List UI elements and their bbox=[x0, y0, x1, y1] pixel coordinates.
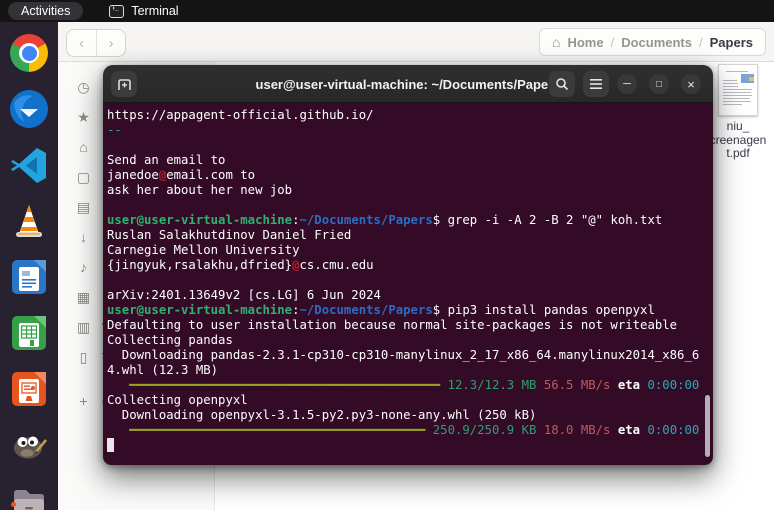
dock-item-thunderbird[interactable] bbox=[9, 89, 49, 129]
terminal-line: ━━━━━━━━━━━━━━━━━━━━━━━━━━━━━━━━━━━━━━━━… bbox=[107, 423, 713, 438]
terminal-line: Collecting pandas bbox=[107, 333, 713, 348]
pdf-thumbnail bbox=[718, 64, 758, 116]
libreoffice-calc-icon bbox=[9, 313, 49, 353]
vlc-icon bbox=[9, 201, 49, 241]
back-button[interactable]: ‹ bbox=[67, 30, 96, 56]
image-icon: ▦ bbox=[75, 289, 92, 306]
terminal-line: ━━━━━━━━━━━━━━━━━━━━━━━━━━━━━━━━━━━━━━━━… bbox=[107, 378, 713, 393]
terminal-scrollbar-thumb[interactable] bbox=[705, 395, 710, 457]
focused-app-name: Terminal bbox=[131, 4, 178, 18]
dock-item-chrome[interactable] bbox=[9, 33, 49, 73]
hamburger-menu-icon bbox=[590, 79, 602, 89]
close-button[interactable]: × bbox=[681, 74, 701, 94]
breadcrumb-documents[interactable]: Documents bbox=[621, 35, 692, 50]
thunderbird-icon bbox=[9, 89, 49, 129]
running-indicator-dot bbox=[11, 502, 16, 507]
menu-button[interactable] bbox=[583, 71, 609, 97]
nav-button-group: ‹ › bbox=[66, 29, 126, 57]
focused-app-menu[interactable]: Terminal bbox=[109, 4, 178, 18]
home-icon: ⌂ bbox=[75, 139, 92, 155]
terminal-line: janedoe@email.com to bbox=[107, 168, 713, 183]
terminal-line bbox=[107, 138, 713, 153]
terminal-line: 4.whl (12.3 MB) bbox=[107, 363, 713, 378]
terminal-line: Ruslan Salakhutdinov Daniel Fried bbox=[107, 228, 713, 243]
libreoffice-impress-icon bbox=[9, 369, 49, 409]
breadcrumb-separator: / bbox=[611, 35, 615, 50]
desktop-icon: ▢ bbox=[75, 169, 92, 186]
terminal-line: Downloading openpyxl-3.1.5-py2.py3-none-… bbox=[107, 408, 713, 423]
dock bbox=[0, 22, 58, 510]
dock-item-libreoffice-calc[interactable] bbox=[9, 313, 49, 353]
terminal-line: Defaulting to user installation because … bbox=[107, 318, 713, 333]
new-tab-button[interactable] bbox=[111, 71, 137, 97]
music-icon: ♪ bbox=[75, 259, 92, 275]
terminal-line bbox=[107, 273, 713, 288]
terminal-app-icon bbox=[109, 5, 124, 18]
breadcrumb: ⌂ Home / Documents / Papers bbox=[539, 28, 766, 56]
top-bar: Activities Terminal bbox=[0, 0, 774, 22]
dock-item-vscode[interactable] bbox=[9, 145, 49, 185]
terminal-line: https://appagent-official.github.io/ bbox=[107, 108, 713, 123]
activities-button[interactable]: Activities bbox=[8, 2, 83, 20]
forward-button[interactable]: › bbox=[96, 30, 125, 56]
film-icon: ▥ bbox=[75, 319, 92, 336]
terminal-line: user@user-virtual-machine:~/Documents/Pa… bbox=[107, 213, 713, 228]
tab-plus-icon bbox=[117, 78, 132, 91]
search-icon bbox=[555, 77, 569, 91]
terminal-titlebar[interactable]: user@user-virtual-machine: ~/Documents/P… bbox=[103, 65, 713, 103]
dock-item-libreoffice-writer[interactable] bbox=[9, 257, 49, 297]
breadcrumb-papers[interactable]: Papers bbox=[710, 35, 753, 50]
terminal-line: user@user-virtual-machine:~/Documents/Pa… bbox=[107, 303, 713, 318]
terminal-line: {jingyuk,rsalakhu,dfried}@cs.cmu.edu bbox=[107, 258, 713, 273]
maximize-button[interactable]: □ bbox=[649, 74, 669, 94]
terminal-line: Collecting openpyxl bbox=[107, 393, 713, 408]
desktop: Activities Terminal bbox=[0, 0, 774, 510]
dock-item-gimp[interactable] bbox=[9, 425, 49, 465]
terminal-line: arXiv:2401.13649v2 [cs.LG] 6 Jun 2024 bbox=[107, 288, 713, 303]
minimize-button[interactable]: ─ bbox=[617, 74, 637, 94]
vscode-icon bbox=[9, 145, 49, 185]
terminal-line: ask her about her new job bbox=[107, 183, 713, 198]
gimp-icon bbox=[9, 425, 49, 465]
download-icon: ↓ bbox=[75, 229, 92, 245]
file-name-label: niu_ creenagen t.pdf bbox=[706, 120, 770, 161]
home-icon: ⌂ bbox=[552, 34, 560, 50]
terminal-line bbox=[107, 438, 713, 453]
breadcrumb-home[interactable]: Home bbox=[567, 35, 603, 50]
terminal-window: user@user-virtual-machine: ~/Documents/P… bbox=[103, 65, 713, 465]
dock-item-libreoffice-impress[interactable] bbox=[9, 369, 49, 409]
trash-icon: ▯ bbox=[75, 349, 92, 366]
clock-icon: ◷ bbox=[75, 79, 92, 96]
file-manager-headerbar: ‹ › ⌂ Home / Documents / Papers bbox=[58, 22, 774, 62]
dock-item-files[interactable] bbox=[9, 481, 49, 510]
plus-icon: + bbox=[75, 393, 92, 409]
dock-item-vlc[interactable] bbox=[9, 201, 49, 241]
terminal-line: -- bbox=[107, 123, 713, 138]
terminal-line: Carnegie Mellon University bbox=[107, 243, 713, 258]
libreoffice-writer-icon bbox=[9, 257, 49, 297]
terminal-content[interactable]: https://appagent-official.github.io/-- Se… bbox=[103, 103, 713, 465]
breadcrumb-separator: / bbox=[699, 35, 703, 50]
terminal-line bbox=[107, 198, 713, 213]
terminal-line: Downloading pandas-2.3.1-cp310-cp310-man… bbox=[107, 348, 713, 363]
terminal-line: Send an email to bbox=[107, 153, 713, 168]
star-icon: ★ bbox=[75, 109, 92, 126]
document-icon: ▤ bbox=[75, 199, 92, 216]
file-item-pdf[interactable]: niu_ creenagen t.pdf bbox=[706, 64, 770, 161]
search-button[interactable] bbox=[549, 71, 575, 97]
